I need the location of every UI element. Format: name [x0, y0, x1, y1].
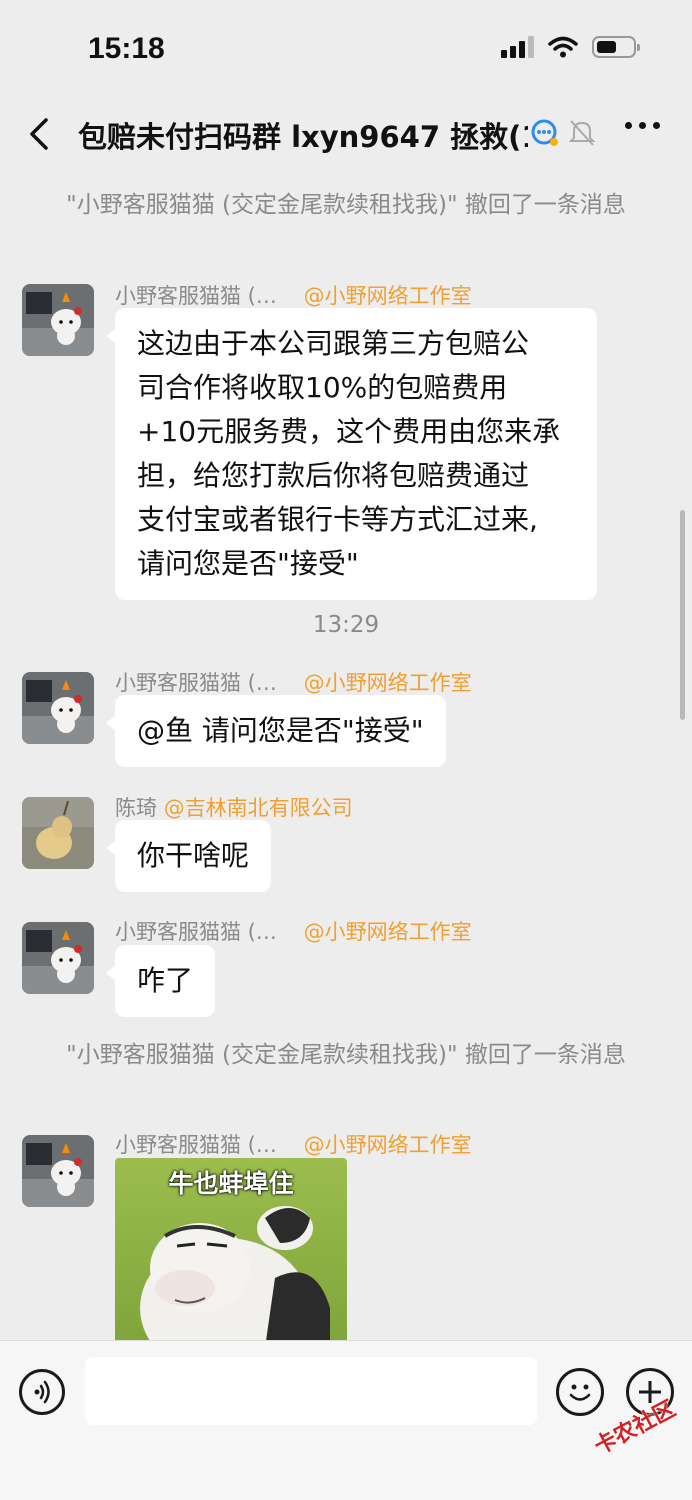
- status-bar: 15:18: [0, 0, 692, 100]
- voice-icon: [34, 1380, 50, 1404]
- scrollbar[interactable]: [680, 510, 685, 720]
- sender-tag: @吉林南北有限公司: [163, 796, 353, 820]
- recall-notice: "小野客服猫猫 (交定金尾款续租找我)" 撤回了一条消息: [66, 1042, 626, 1068]
- message-text: 咋了: [137, 964, 194, 997]
- message-line: 支付宝或者银行卡等方式汇过来,: [137, 503, 538, 536]
- sender-nickname: 陈琦: [115, 796, 157, 820]
- voice-input-button[interactable]: [19, 1369, 65, 1415]
- status-time: 15:18: [88, 32, 165, 65]
- message-line: 担，给您打款后你将包赔费通过: [137, 459, 530, 492]
- sender-name: 小野客服猫猫 (… @小野网络工作室: [115, 667, 472, 697]
- sticker-image[interactable]: 牛也蚌埠住: [115, 1158, 347, 1340]
- sender-nickname: 小野客服猫猫 (…: [115, 920, 277, 944]
- message-bubble[interactable]: @鱼 请问您是否"接受": [106, 695, 446, 767]
- message-bubble[interactable]: 你干啥呢: [105, 820, 272, 892]
- sender-tag: @小野网络工作室: [303, 1133, 472, 1157]
- nav-bar: 包赔未付扫码群 lxyn9647 拯救(11): [0, 100, 692, 170]
- sender-tag: @小野网络工作室: [303, 671, 472, 695]
- chat-title-text: 包赔未付扫码群 lxyn9647 拯救: [78, 120, 509, 154]
- message-line: 司合作将收取10%的包赔费用: [137, 371, 508, 404]
- chat-title: 包赔未付扫码群 lxyn9647 拯救(11): [78, 114, 528, 156]
- avatar[interactable]: [22, 284, 94, 356]
- sender-nickname: 小野客服猫猫 (…: [115, 284, 277, 308]
- more-options-button[interactable]: [625, 122, 660, 129]
- sender-nickname: 小野客服猫猫 (…: [115, 671, 277, 695]
- avatar[interactable]: [22, 672, 94, 744]
- sender-tag: @小野网络工作室: [303, 920, 472, 944]
- recall-notice: "小野客服猫猫 (交定金尾款续租找我)" 撤回了一条消息: [66, 192, 626, 218]
- cellular-signal-icon: [501, 36, 534, 58]
- timestamp: 13:29: [312, 612, 380, 638]
- avatar[interactable]: [22, 922, 94, 994]
- sticker-caption: 牛也蚌埠住: [168, 1169, 294, 1198]
- avatar[interactable]: [22, 1135, 94, 1207]
- sender-nickname: 小野客服猫猫 (…: [115, 1133, 277, 1157]
- sender-tag: @小野网络工作室: [303, 284, 472, 308]
- sender-name: 小野客服猫猫 (… @小野网络工作室: [115, 1129, 472, 1159]
- emoji-button[interactable]: [556, 1368, 604, 1416]
- sender-name: 小野客服猫猫 (… @小野网络工作室: [115, 280, 472, 310]
- sender-name: 陈琦 @吉林南北有限公司: [115, 792, 353, 822]
- input-bar: [0, 1340, 692, 1500]
- nav-status-icons: [530, 118, 596, 148]
- message-line: 请问您是否"接受": [137, 547, 359, 580]
- chat-bubble-icon: [531, 119, 558, 146]
- message-bubble[interactable]: 咋了: [105, 945, 216, 1017]
- message-bubble[interactable]: 这边由于本公司跟第三方包赔公 司合作将收取10%的包赔费用 +10元服务费，这个…: [106, 308, 597, 600]
- message-line: 这边由于本公司跟第三方包赔公: [137, 327, 530, 360]
- wifi-icon: [548, 36, 578, 58]
- message-text: @鱼 请问您是否"接受": [137, 714, 424, 747]
- back-button[interactable]: [24, 116, 54, 152]
- sender-name: 小野客服猫猫 (… @小野网络工作室: [115, 916, 472, 946]
- message-line: +10元服务费，这个费用由您来承: [137, 415, 561, 448]
- chat-area[interactable]: "小野客服猫猫 (交定金尾款续租找我)" 撤回了一条消息 小野客服猫猫 (… @…: [0, 172, 692, 1340]
- battery-icon: [592, 36, 640, 58]
- member-count: (11): [508, 120, 528, 154]
- emoji-icon: [569, 1384, 591, 1401]
- mute-bell-icon: [568, 120, 596, 146]
- message-input[interactable]: [85, 1357, 537, 1425]
- avatar[interactable]: [22, 797, 94, 869]
- message-text: 你干啥呢: [137, 839, 250, 872]
- status-icons: [501, 36, 640, 58]
